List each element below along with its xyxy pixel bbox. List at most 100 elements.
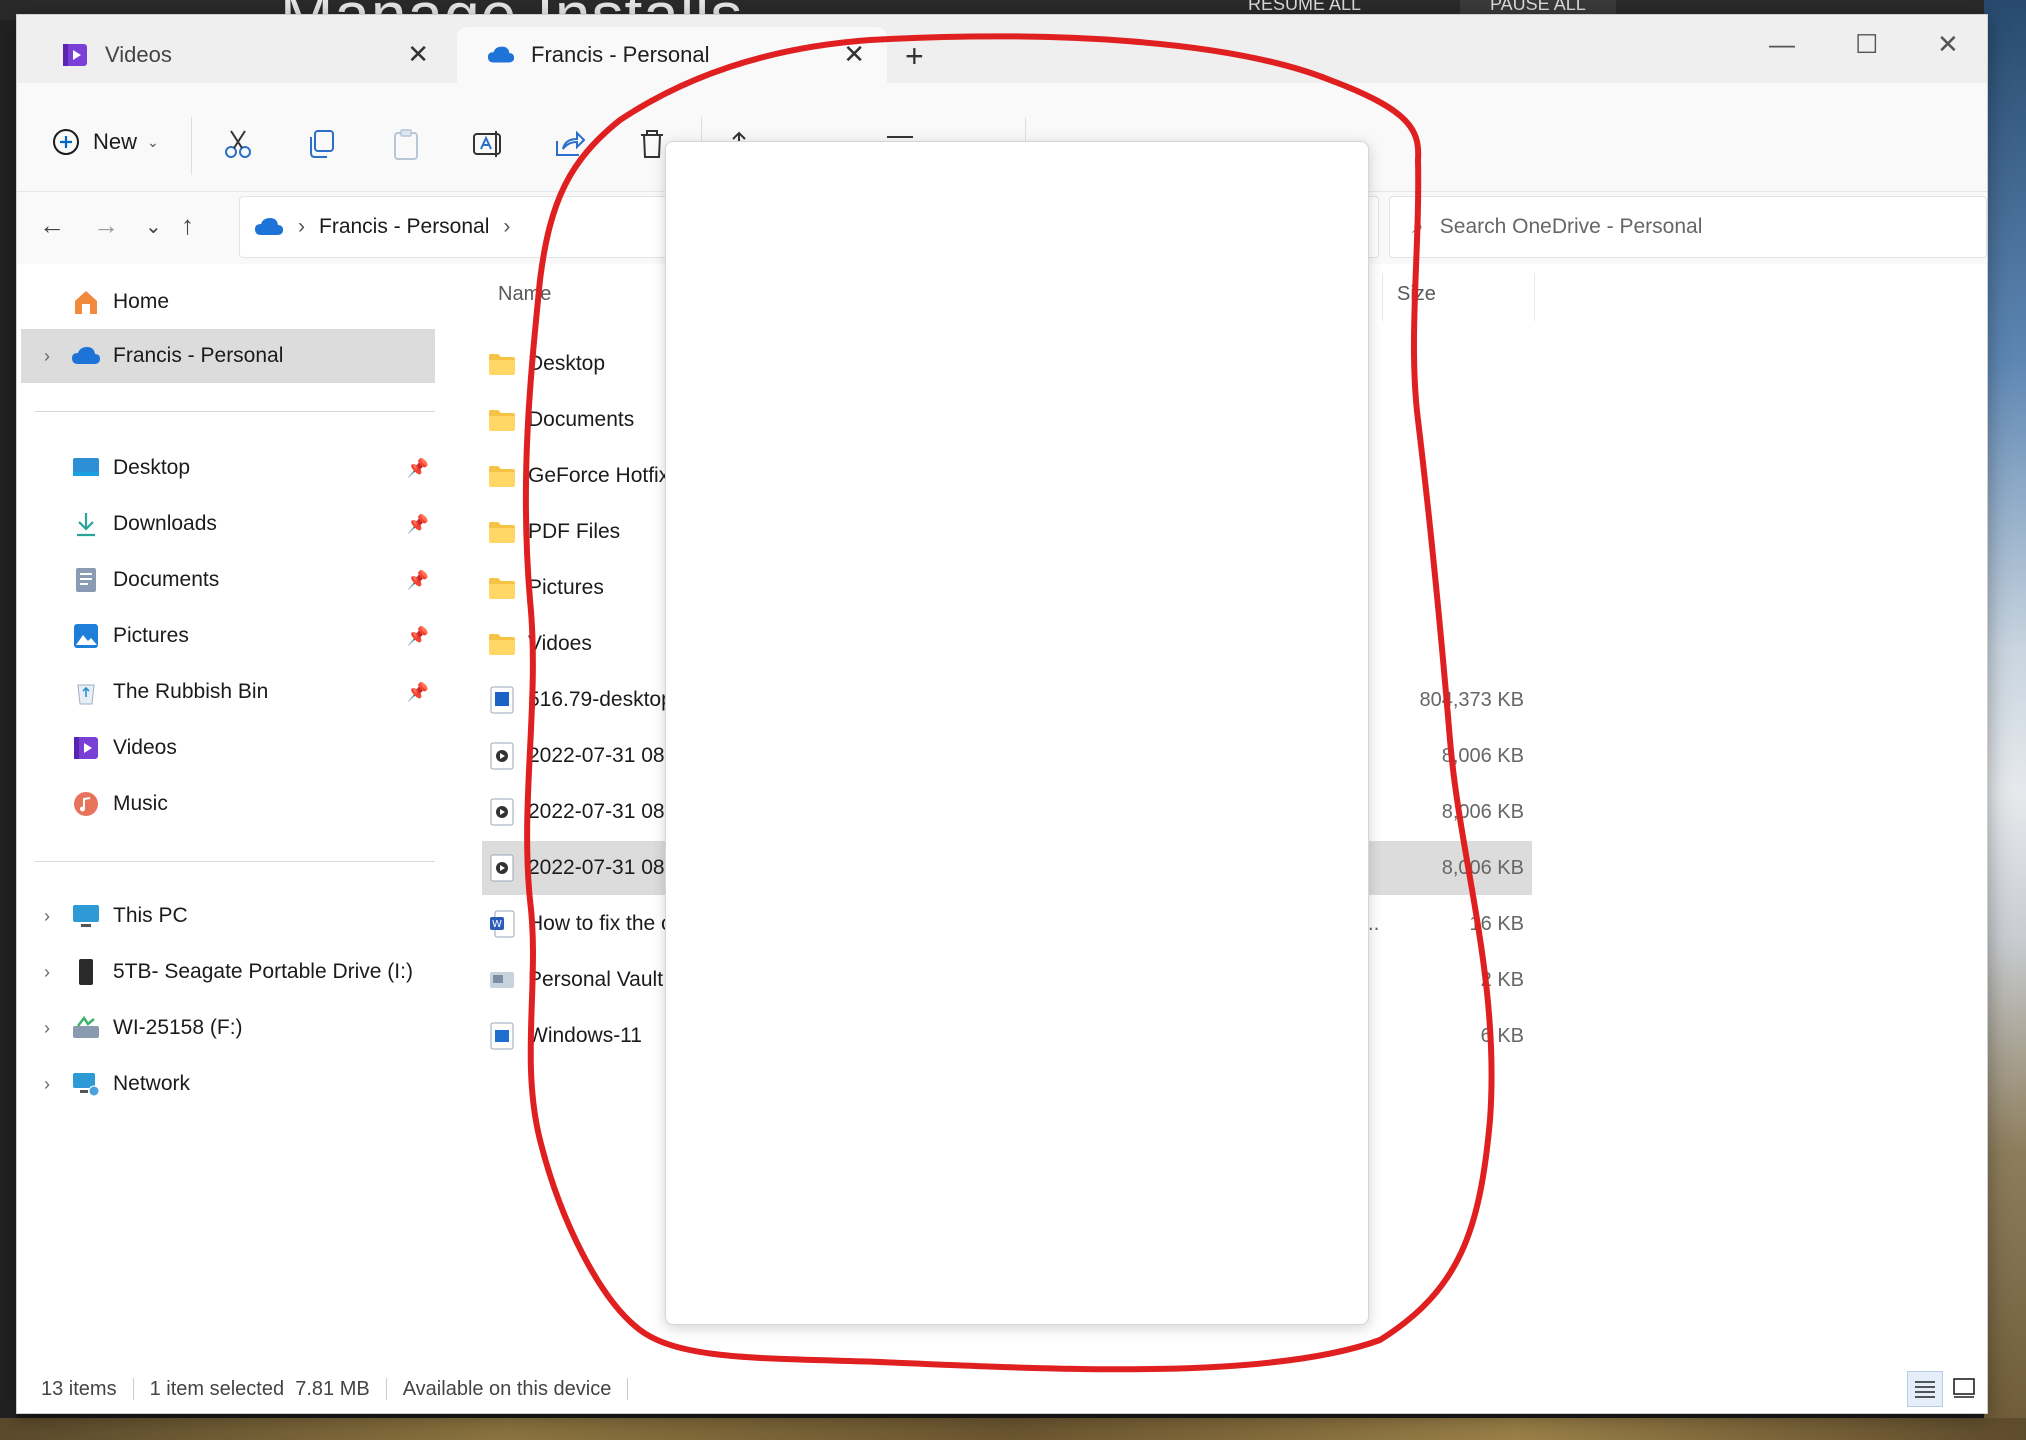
sidebar-item-pictures[interactable]: Pictures 📌 [17,609,437,663]
details-view-icon[interactable] [1907,1371,1943,1407]
recent-locations-chevron-icon[interactable]: ⌄ [145,214,162,239]
search-box[interactable]: ⌕ Search OneDrive - Personal [1389,196,1987,258]
tab-francis-personal[interactable]: Francis - Personal ✕ [457,27,887,83]
copy-icon[interactable] [305,127,339,161]
new-button[interactable]: New ⌄ [51,127,159,157]
status-divider [132,1378,134,1400]
sidebar-item-desktop[interactable]: Desktop 📌 [17,441,437,495]
status-divider [627,1378,629,1400]
sidebar-divider [35,411,435,412]
image-file-icon [488,1022,516,1050]
onedrive-icon [255,218,283,235]
sidebar-divider [35,861,435,862]
pin-icon[interactable]: 📌 [407,626,429,647]
sidebar-item-label: Documents [113,568,220,591]
svg-text:W: W [492,919,502,930]
file-name: 2022-07-31 08- [528,800,672,823]
sidebar-item-label: Downloads [113,512,217,535]
file-size: 804,373 KB [1419,688,1524,711]
sidebar-item-music[interactable]: Music [17,777,437,831]
sidebar-item-seagate-drive[interactable]: › 5TB- Seagate Portable Drive (I:) [17,945,437,999]
network-icon [71,1069,101,1099]
up-arrow-icon[interactable]: ↑ [181,210,194,241]
column-header-name[interactable]: Name [498,283,551,306]
tab-label: Videos [105,42,172,67]
sidebar-item-downloads[interactable]: Downloads 📌 [17,497,437,551]
delete-icon[interactable] [635,127,669,161]
video-file-icon [488,742,516,770]
close-window-icon[interactable]: ✕ [1937,29,1959,60]
sidebar-item-network[interactable]: › Network [17,1057,437,1111]
file-name: Documents [528,408,635,431]
paste-icon[interactable] [389,127,423,161]
recycle-bin-icon [71,677,101,707]
sidebar-item-documents[interactable]: Documents 📌 [17,553,437,607]
file-size: 2 KB [1480,968,1524,991]
rename-icon[interactable] [471,127,505,161]
folder-icon [488,350,516,378]
sidebar-item-usb-drive[interactable]: › WI-25158 (F:) [17,1001,437,1055]
sidebar-item-label: Home [113,290,170,313]
pin-icon[interactable]: 📌 [407,682,429,703]
folder-icon [488,574,516,602]
sidebar-item-this-pc[interactable]: › This PC [17,889,437,943]
column-header-size[interactable]: Size [1397,283,1436,306]
expand-chevron-icon[interactable]: › [33,906,61,927]
file-size: 16 KB [1469,912,1524,935]
onedrive-icon [71,341,101,371]
share-icon[interactable] [553,127,587,161]
word-document-icon: W [488,910,516,938]
new-tab-button[interactable]: + [905,40,924,72]
blank-flyout-panel [665,141,1369,1325]
back-arrow-icon[interactable]: ← [39,210,65,241]
expand-chevron-icon[interactable]: › [33,346,61,367]
forward-arrow-icon[interactable]: → [93,210,119,241]
sidebar-item-label: Videos [113,736,177,759]
file-size: 8,006 KB [1441,856,1524,879]
folder-icon [488,462,516,490]
file-name: Windows-11 [528,1024,642,1047]
chevron-down-icon: ⌄ [147,133,159,150]
pin-icon[interactable]: 📌 [407,458,429,479]
expand-chevron-icon[interactable]: › [33,1018,61,1039]
file-size: 8,006 KB [1441,744,1524,767]
desktop-wallpaper [1984,0,2026,1440]
new-button-label: New [93,129,138,154]
breadcrumb-chevron-icon[interactable]: › [503,215,510,239]
sidebar-item-home[interactable]: Home [17,275,437,329]
column-divider[interactable] [1382,273,1383,321]
pin-icon[interactable]: 📌 [407,514,429,535]
column-divider[interactable] [1534,273,1535,321]
navigation-pane: Home › Francis - Personal Desktop 📌 Down… [17,265,447,1365]
file-name: Desktop [528,352,606,375]
sidebar-item-videos[interactable]: Videos [17,721,437,775]
close-tab-icon[interactable]: ✕ [843,41,865,67]
file-name: Personal Vault [528,968,664,991]
sidebar-item-francis-personal[interactable]: › Francis - Personal [21,329,435,383]
home-icon [71,287,101,317]
pc-icon [71,901,101,931]
sidebar-item-label: The Rubbish Bin [113,680,269,703]
expand-chevron-icon[interactable]: › [33,962,61,983]
file-size: 8,006 KB [1441,800,1524,823]
large-icons-view-icon[interactable] [1947,1371,1981,1405]
sidebar-item-rubbish-bin[interactable]: The Rubbish Bin 📌 [17,665,437,719]
breadcrumb-location[interactable]: Francis - Personal [319,215,489,239]
folder-icon [488,518,516,546]
downloads-icon [71,509,101,539]
shortcut-icon [488,966,516,994]
folder-icon [488,630,516,658]
file-name: 516.79-desktop [528,688,673,711]
pin-icon[interactable]: 📌 [407,570,429,591]
cut-icon[interactable] [221,127,255,161]
minimize-icon[interactable]: — [1769,29,1795,60]
music-icon [71,789,101,819]
close-tab-icon[interactable]: ✕ [407,41,429,67]
tab-videos[interactable]: Videos ✕ [31,27,451,83]
folder-icon [488,406,516,434]
file-name: 2022-07-31 08- [528,744,672,767]
maximize-icon[interactable]: ☐ [1855,29,1878,60]
expand-chevron-icon[interactable]: › [33,1074,61,1095]
desktop-icon [71,453,101,483]
search-placeholder: Search OneDrive - Personal [1439,215,1703,238]
